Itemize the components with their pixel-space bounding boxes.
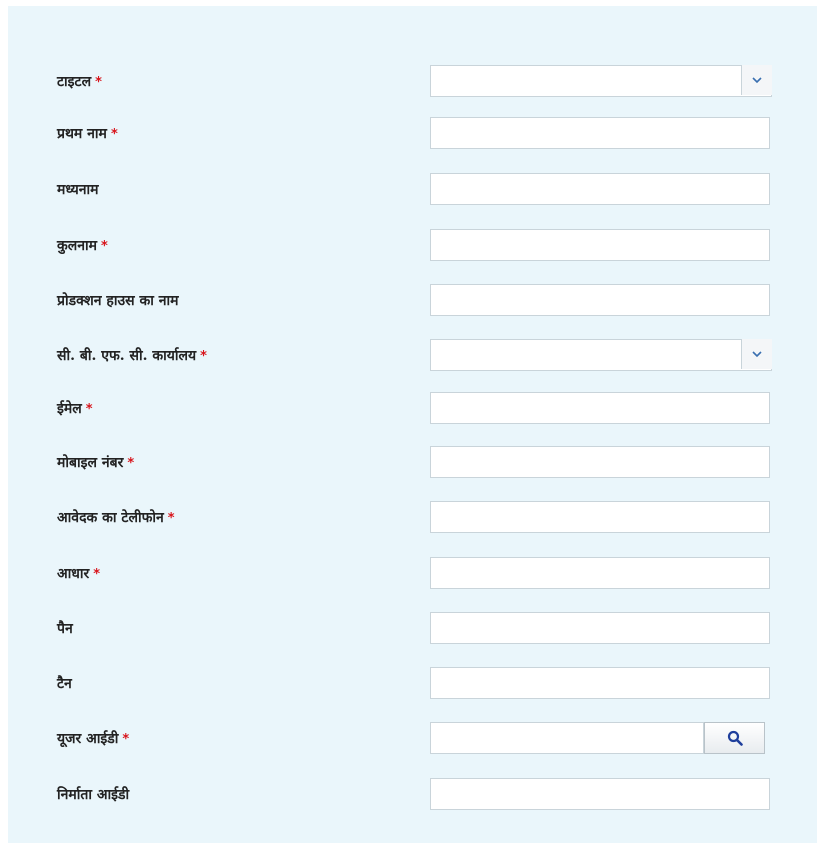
form-row-user-id: यूजर आईडी * xyxy=(8,722,817,756)
user-id-search-button[interactable] xyxy=(704,722,765,754)
form-row-producer-id: निर्माता आईडी xyxy=(8,778,817,812)
form-row-middle-name: मध्यनाम xyxy=(8,173,817,207)
email-label: ईमेल * xyxy=(57,401,93,417)
pan-label: पैन xyxy=(57,621,73,637)
telephone-input[interactable] xyxy=(430,501,770,533)
required-mark: * xyxy=(127,456,135,471)
production-house-label: प्रोडक्शन हाउस का नाम xyxy=(57,293,179,309)
form-row-production-house: प्रोडक्शन हाउस का नाम xyxy=(8,284,817,318)
last-name-label: कुलनाम * xyxy=(57,238,108,254)
required-mark: * xyxy=(101,239,108,254)
aadhaar-label: आधार * xyxy=(57,566,101,582)
producer-id-label: निर्माता आईडी xyxy=(57,787,130,803)
mobile-input[interactable] xyxy=(430,446,770,478)
user-id-label: यूजर आईडी * xyxy=(57,731,130,747)
pan-input[interactable] xyxy=(430,612,770,644)
required-mark: * xyxy=(95,75,102,90)
title-select[interactable] xyxy=(430,65,772,97)
telephone-label: आवेदक का टेलीफोन * xyxy=(57,510,175,526)
cbfc-office-label: सी. बी. एफ. सी. कार्यालय * xyxy=(57,348,207,364)
email-input[interactable] xyxy=(430,392,770,424)
required-mark: * xyxy=(122,732,130,747)
cbfc-office-select[interactable] xyxy=(430,339,772,371)
producer-id-input[interactable] xyxy=(430,778,770,810)
form-row-mobile: मोबाइल नंबर * xyxy=(8,446,817,480)
title-label: टाइटल * xyxy=(57,74,102,90)
middle-name-label: मध्यनाम xyxy=(57,182,99,198)
form-row-title: टाइटल * xyxy=(8,65,817,99)
form-row-email: ईमेल * xyxy=(8,392,817,426)
required-mark: * xyxy=(167,511,175,526)
required-mark: * xyxy=(85,402,93,417)
middle-name-input[interactable] xyxy=(430,173,770,205)
required-mark: * xyxy=(200,349,207,364)
last-name-input[interactable] xyxy=(430,229,770,261)
production-house-input[interactable] xyxy=(430,284,770,316)
tan-label: टैन xyxy=(57,676,72,692)
first-name-input[interactable] xyxy=(430,117,770,149)
form-row-tan: टैन xyxy=(8,667,817,701)
mobile-label: मोबाइल नंबर * xyxy=(57,455,135,471)
required-mark: * xyxy=(93,567,101,582)
required-mark: * xyxy=(110,127,118,142)
search-icon xyxy=(727,730,743,746)
form-row-aadhaar: आधार * xyxy=(8,557,817,591)
chevron-down-icon[interactable] xyxy=(741,65,772,95)
chevron-down-icon[interactable] xyxy=(741,339,772,369)
registration-form-panel: टाइटल * प्रथम नाम * मध्यनाम कुलनाम * प्रोडक… xyxy=(8,6,817,843)
form-row-pan: पैन xyxy=(8,612,817,646)
aadhaar-input[interactable] xyxy=(430,557,770,589)
form-row-cbfc-office: सी. बी. एफ. सी. कार्यालय * xyxy=(8,339,817,373)
first-name-label: प्रथम नाम * xyxy=(57,126,118,142)
form-row-first-name: प्रथम नाम * xyxy=(8,117,817,151)
tan-input[interactable] xyxy=(430,667,770,699)
user-id-input[interactable] xyxy=(430,722,704,754)
form-row-last-name: कुलनाम * xyxy=(8,229,817,263)
form-row-telephone: आवेदक का टेलीफोन * xyxy=(8,501,817,535)
